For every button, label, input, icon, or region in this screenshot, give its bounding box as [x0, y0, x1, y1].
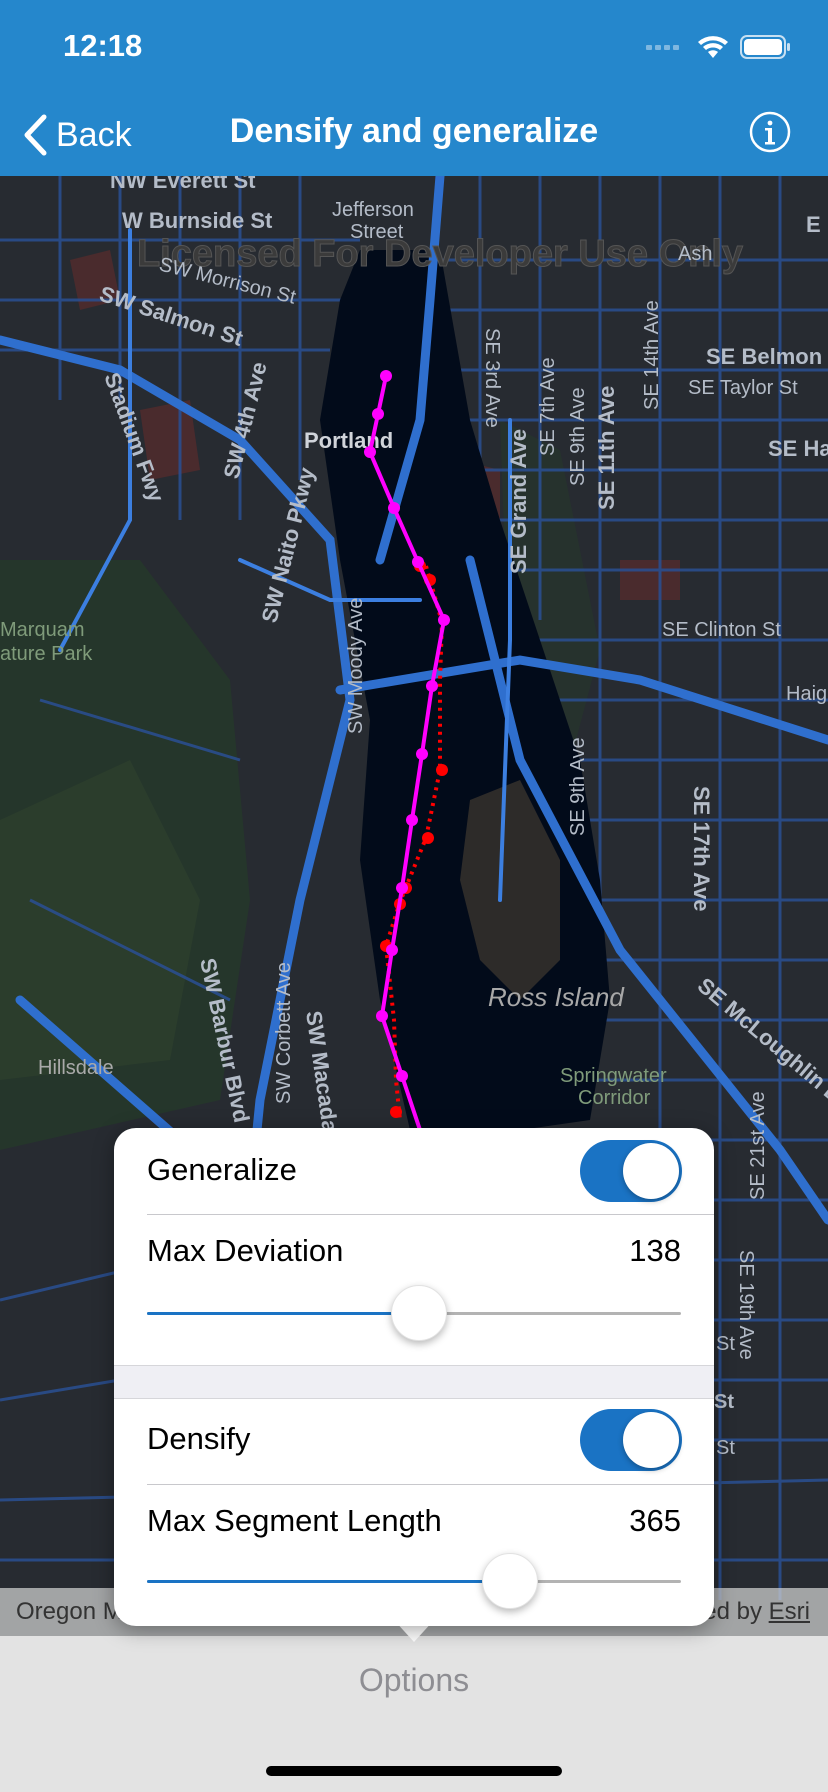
map-label: SE Taylor St: [688, 377, 798, 399]
map-label: Haig: [786, 683, 827, 705]
map-label: SW Corbett Ave: [273, 962, 295, 1104]
vertex: [386, 944, 398, 956]
vertex: [376, 1010, 388, 1022]
slider-thumb[interactable]: [482, 1553, 539, 1609]
densify-switch[interactable]: [580, 1409, 682, 1471]
densified-point: [436, 764, 448, 776]
info-icon[interactable]: [748, 110, 792, 154]
generalize-row: Generalize: [114, 1128, 714, 1214]
cellular-icon: [646, 45, 679, 50]
map-label: Jefferson: [332, 199, 414, 221]
slider-thumb[interactable]: [391, 1285, 448, 1341]
status-time: 12:18: [63, 28, 143, 63]
map-label: Ross Island: [488, 982, 625, 1012]
slider-fill: [147, 1580, 511, 1583]
map-label: SE Clinton St: [662, 619, 781, 641]
map-label: W Burnside St: [122, 208, 273, 233]
navigation-bar: Back Densify and generalize: [0, 100, 828, 176]
densify-label: Densify: [147, 1421, 251, 1456]
map-label: SW Moody Ave: [345, 598, 367, 734]
map-label: Portland: [304, 428, 393, 453]
max-segment-length-value: 365: [629, 1503, 681, 1538]
map-label: Ash: [678, 243, 712, 265]
vertex: [438, 614, 450, 626]
map-label: SE 9th Ave: [567, 387, 589, 486]
switch-knob: [623, 1143, 679, 1199]
switch-knob: [623, 1412, 679, 1468]
generalize-label: Generalize: [147, 1152, 297, 1187]
max-segment-length-row: Max Segment Length 365: [114, 1485, 714, 1626]
map-label: SE Belmon: [706, 344, 822, 369]
home-indicator: [266, 1766, 562, 1776]
page-title: Densify and generalize: [229, 112, 599, 150]
map-label: ature Park: [0, 643, 93, 665]
map-label: SE 3rd Ave: [481, 328, 503, 428]
esri-link[interactable]: Esri: [769, 1598, 810, 1625]
densified-point: [422, 832, 434, 844]
attribution-powered-by: ed by Esri: [703, 1598, 810, 1626]
wifi-icon: [698, 36, 728, 58]
map-label: St: [714, 1391, 734, 1413]
vertex: [406, 814, 418, 826]
max-deviation-slider[interactable]: [147, 1283, 681, 1343]
map-label: SE Grand Ave: [506, 429, 531, 574]
options-popover: Generalize Max Deviation 138 Densify Max…: [114, 1128, 714, 1626]
map-label: SE 7th Ave: [537, 357, 559, 456]
map-label: Marquam: [0, 619, 84, 641]
attribution-source: Oregon M: [16, 1598, 123, 1625]
map-label: SE 21st Ave: [747, 1091, 769, 1200]
map-label: E: [806, 212, 821, 237]
map-label: Corridor: [578, 1087, 651, 1109]
section-separator: [114, 1365, 714, 1399]
densify-row: Densify: [114, 1399, 714, 1485]
map-label: Street: [350, 221, 404, 243]
max-deviation-label: Max Deviation: [147, 1233, 344, 1268]
vertex: [396, 882, 408, 894]
map-label: Springwater: [560, 1065, 667, 1087]
vertex: [388, 502, 400, 514]
battery-icon: [740, 35, 790, 59]
vertex: [380, 370, 392, 382]
vertex: [396, 1070, 408, 1082]
generalize-switch[interactable]: [580, 1140, 682, 1202]
status-icons: [646, 34, 792, 60]
map-label: SE 9th Ave: [567, 737, 589, 836]
vertex: [412, 556, 424, 568]
slider-fill: [147, 1312, 420, 1315]
vertex: [426, 680, 438, 692]
status-bar: 12:18: [0, 0, 828, 100]
map-label: SE 11th Ave: [594, 386, 619, 510]
max-segment-length-slider[interactable]: [147, 1551, 681, 1611]
map-label: SE 14th Ave: [641, 300, 663, 410]
densified-point: [390, 1106, 402, 1118]
max-deviation-value: 138: [629, 1233, 681, 1268]
map-label: SE Ha: [768, 436, 828, 461]
vertex: [372, 408, 384, 420]
vertex: [364, 446, 376, 458]
options-button[interactable]: Options: [0, 1662, 828, 1699]
map-label: SE 19th Ave: [735, 1250, 757, 1360]
map-label: St: [716, 1333, 735, 1355]
map-label: NW Everett St: [110, 176, 256, 193]
map-label: Hillsdale: [38, 1057, 114, 1079]
vertex: [416, 748, 428, 760]
max-deviation-row: Max Deviation 138: [114, 1215, 714, 1365]
map-label: St: [716, 1437, 735, 1459]
bottom-toolbar: Options: [0, 1636, 828, 1792]
map-label: SE 17th Ave: [689, 786, 714, 912]
developer-watermark: Licensed For Developer Use Only: [137, 233, 743, 275]
max-segment-length-label: Max Segment Length: [147, 1503, 442, 1538]
